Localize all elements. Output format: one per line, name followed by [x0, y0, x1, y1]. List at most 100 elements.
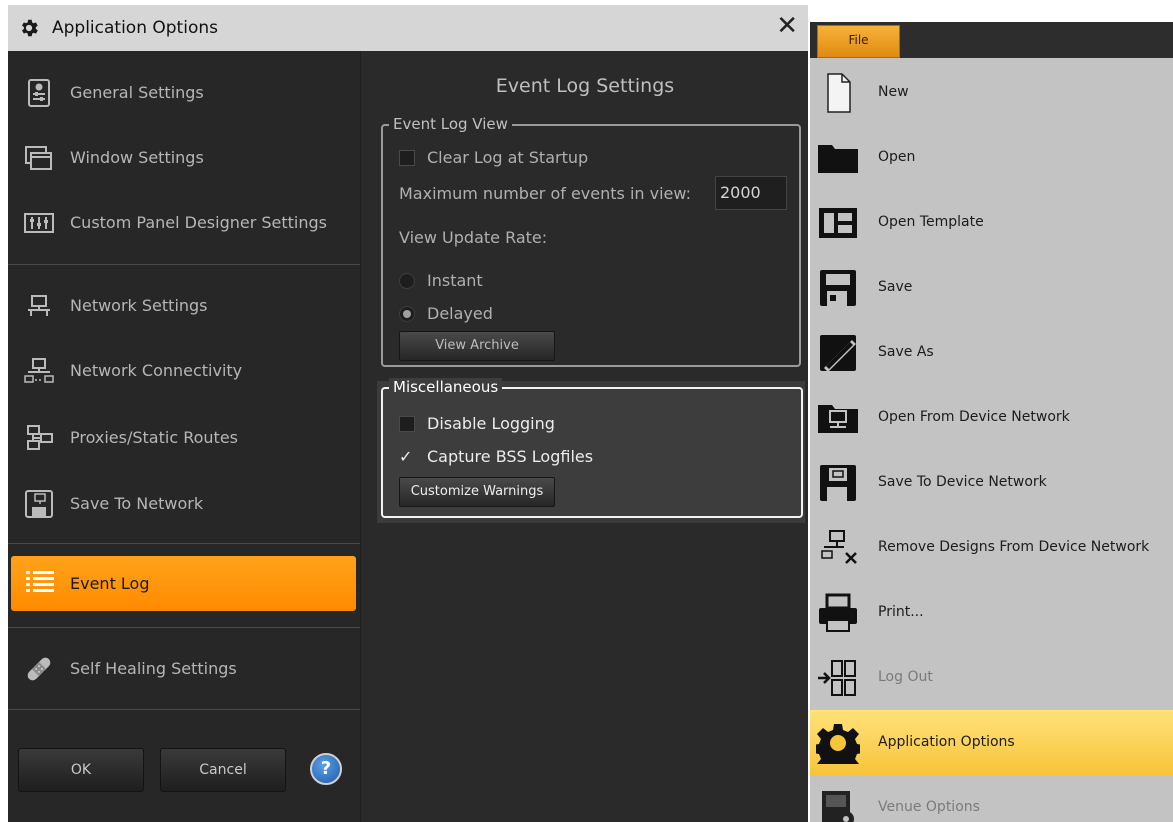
list-icon — [26, 571, 54, 592]
close-icon[interactable]: ✕ — [776, 11, 798, 41]
sidebar-item-label: Network Settings — [70, 296, 208, 315]
menu-item-label: Save To Device Network — [878, 474, 1047, 490]
menu-item-save-to-device-network[interactable]: Save To Device Network — [810, 450, 1173, 515]
menu-item-label: Application Options — [878, 734, 1015, 750]
sidebar-item-self-healing-settings[interactable]: Self Healing Settings — [8, 640, 360, 698]
sidebar-divider — [8, 627, 360, 628]
log-out-icon — [818, 660, 856, 696]
update-rate-label: View Update Rate: — [399, 228, 548, 247]
sidebar-item-label: Proxies/Static Routes — [70, 428, 238, 447]
event-log-view-group: Event Log View Clear Log at Startup Maxi… — [381, 115, 801, 367]
proxies-icon — [27, 425, 53, 450]
bandage-icon — [27, 657, 51, 681]
disable-logging-label: Disable Logging — [427, 414, 555, 433]
remove-from-network-icon — [821, 530, 857, 564]
open-from-network-icon — [818, 405, 858, 433]
sidebar-item-network-connectivity[interactable]: Network Connectivity — [8, 342, 360, 400]
sidebar-item-window-settings[interactable]: Window Settings — [8, 129, 360, 187]
application-options-dialog: Application Options ✕ General Settings W… — [8, 5, 808, 822]
menu-item-save[interactable]: Save — [810, 255, 1173, 320]
menu-item-new[interactable]: New — [810, 60, 1173, 125]
file-tab[interactable]: File — [817, 25, 900, 58]
sidebar-item-custom-panel-designer-settings[interactable]: Custom Panel Designer Settings — [8, 194, 360, 252]
windows-icon — [25, 146, 52, 170]
menu-item-save-as[interactable]: Save As — [810, 320, 1173, 385]
menu-item-label: Print... — [878, 604, 924, 620]
max-events-input[interactable]: 2000 — [715, 176, 787, 210]
menu-item-label: Save As — [878, 344, 934, 360]
sidebar-item-label: Event Log — [70, 574, 150, 593]
menu-item-open[interactable]: Open — [810, 125, 1173, 190]
ok-button[interactable]: OK — [18, 748, 144, 792]
delayed-label: Delayed — [427, 304, 493, 323]
menu-item-label: Open From Device Network — [878, 409, 1070, 425]
gear-icon — [816, 724, 860, 764]
miscellaneous-group: Miscellaneous Disable Logging ✓ Capture … — [381, 378, 803, 518]
menu-item-label: Venue Options — [878, 799, 980, 815]
folder-icon — [818, 145, 858, 173]
floppy-disk-icon — [820, 270, 856, 306]
sidebar-divider — [8, 543, 360, 544]
instant-label: Instant — [427, 271, 483, 290]
sidebar-item-general-settings[interactable]: General Settings — [8, 64, 360, 122]
template-icon — [819, 208, 857, 238]
menu-item-label: Open Template — [878, 214, 984, 230]
sidebar-item-event-log[interactable]: Event Log — [11, 556, 356, 611]
delayed-radio[interactable] — [399, 306, 415, 322]
menu-item-label: Open — [878, 149, 916, 165]
help-icon[interactable]: ? — [310, 753, 342, 785]
event-log-settings-panel: Event Log Settings Event Log View Clear … — [360, 51, 808, 822]
file-menu: File New Open Open Template Save Save As… — [810, 22, 1173, 822]
sidebar-item-label: Self Healing Settings — [70, 659, 237, 678]
customize-warnings-button[interactable]: Customize Warnings — [399, 477, 555, 507]
page-title: Event Log Settings — [495, 75, 675, 97]
new-document-icon — [827, 73, 851, 113]
view-archive-button[interactable]: View Archive — [399, 331, 555, 361]
sidebar-item-network-settings[interactable]: Network Settings — [8, 277, 360, 335]
menu-item-remove-designs-from-device-network[interactable]: Remove Designs From Device Network — [810, 515, 1173, 580]
menu-item-open-from-device-network[interactable]: Open From Device Network — [810, 385, 1173, 450]
cancel-button[interactable]: Cancel — [160, 748, 286, 792]
sidebar-item-label: General Settings — [70, 83, 204, 102]
sidebar-item-label: Save To Network — [70, 494, 204, 513]
menu-bar: File — [810, 22, 1173, 58]
save-as-icon — [820, 335, 856, 372]
max-events-label: Maximum number of events in view: — [399, 184, 691, 203]
save-to-device-network-icon — [820, 465, 856, 501]
general-settings-icon — [28, 79, 50, 107]
save-to-network-icon — [25, 490, 53, 518]
sidebar-item-label: Network Connectivity — [70, 361, 243, 380]
menu-item-label: Save — [878, 279, 913, 295]
sidebar-item-save-to-network[interactable]: Save To Network — [8, 475, 360, 533]
sidebar-item-label: Window Settings — [70, 148, 204, 167]
menu-item-label: Remove Designs From Device Network — [878, 539, 1150, 555]
network-icon — [28, 295, 50, 316]
clear-log-label: Clear Log at Startup — [427, 148, 589, 167]
capture-logfiles-checkbox[interactable]: ✓ — [399, 449, 415, 465]
group-legend: Event Log View — [389, 115, 512, 133]
network-connectivity-icon — [24, 358, 54, 383]
sidebar-item-label: Custom Panel Designer Settings — [70, 213, 328, 232]
settings-sidebar: General Settings Window Settings Custom … — [8, 51, 360, 822]
menu-item-venue-options[interactable]: Venue Options — [810, 775, 1173, 822]
sidebar-divider — [8, 709, 360, 710]
menu-item-application-options[interactable]: Application Options — [810, 710, 1173, 775]
venue-options-icon — [822, 791, 854, 822]
menu-item-print[interactable]: Print... — [810, 580, 1173, 645]
menu-item-label: Log Out — [878, 669, 933, 685]
menu-item-label: New — [878, 84, 909, 100]
dialog-titlebar: Application Options ✕ — [8, 5, 808, 51]
printer-icon — [819, 593, 857, 632]
sidebar-item-proxies-static-routes[interactable]: Proxies/Static Routes — [8, 409, 360, 467]
gear-icon — [22, 19, 38, 37]
dialog-title: Application Options — [52, 18, 218, 38]
group-legend: Miscellaneous — [389, 378, 503, 396]
instant-radio[interactable] — [399, 273, 415, 289]
capture-logfiles-label: Capture BSS Logfiles — [427, 447, 594, 466]
disable-logging-checkbox[interactable] — [399, 416, 415, 432]
menu-item-log-out[interactable]: Log Out — [810, 645, 1173, 710]
menu-item-open-template[interactable]: Open Template — [810, 190, 1173, 255]
faders-icon — [24, 213, 54, 233]
sidebar-divider — [8, 264, 360, 265]
clear-log-checkbox[interactable] — [399, 150, 415, 166]
